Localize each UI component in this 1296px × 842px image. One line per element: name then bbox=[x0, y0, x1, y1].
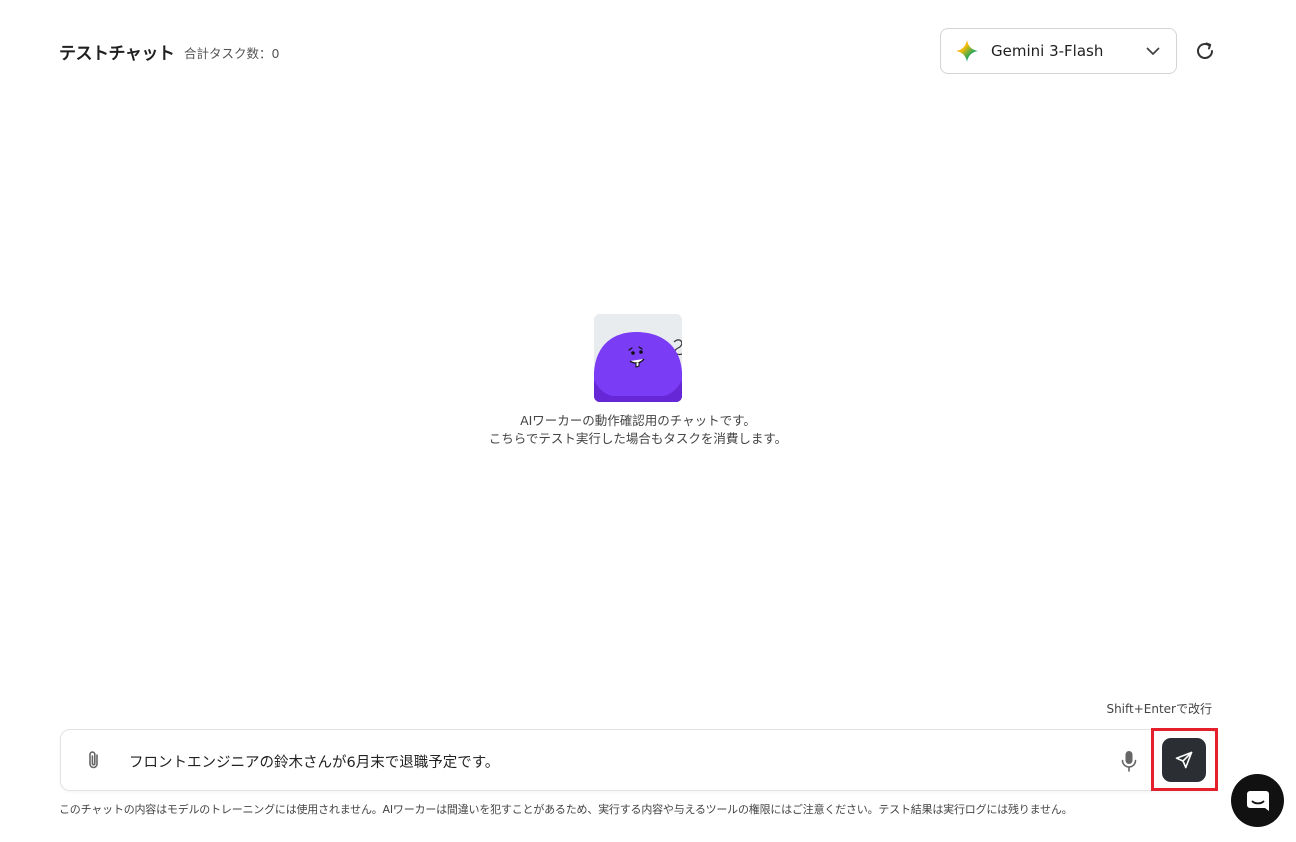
send-icon bbox=[1174, 750, 1194, 770]
support-chat-launcher[interactable] bbox=[1231, 774, 1284, 827]
model-name: Gemini 3-Flash bbox=[991, 42, 1104, 60]
microphone-icon[interactable] bbox=[1118, 749, 1140, 773]
paperclip-icon[interactable] bbox=[83, 749, 105, 771]
page-title: テストチャット bbox=[59, 44, 175, 64]
test-chat-page: テストチャット 合計タスク数：0 Gemini 3-Flash AIワーカーの動… bbox=[0, 0, 1296, 842]
message-input[interactable] bbox=[129, 748, 1089, 774]
send-button[interactable] bbox=[1162, 738, 1206, 782]
refresh-icon[interactable] bbox=[1193, 39, 1217, 63]
newline-hint: Shift+Enterで改行 bbox=[1106, 702, 1212, 716]
task-count: 合計タスク数：0 bbox=[184, 46, 280, 61]
empty-state-line-1: AIワーカーの動作確認用のチャットです。 bbox=[520, 413, 756, 428]
message-composer bbox=[60, 729, 1218, 791]
empty-state-text: AIワーカーの動作確認用のチャットです。 こちらでテスト実行した場合もタスクを消… bbox=[400, 412, 876, 448]
footer-disclaimer: このチャットの内容はモデルのトレーニングには使用されません。AIワーカーは間違い… bbox=[59, 803, 1073, 816]
gemini-star-icon bbox=[955, 39, 979, 63]
chat-bubble-icon bbox=[1245, 788, 1271, 814]
chevron-down-icon bbox=[1144, 42, 1162, 60]
empty-state-line-2: こちらでテスト実行した場合もタスクを消費します。 bbox=[488, 431, 788, 446]
mascot-image bbox=[594, 314, 682, 402]
model-selector[interactable]: Gemini 3-Flash bbox=[940, 28, 1177, 74]
